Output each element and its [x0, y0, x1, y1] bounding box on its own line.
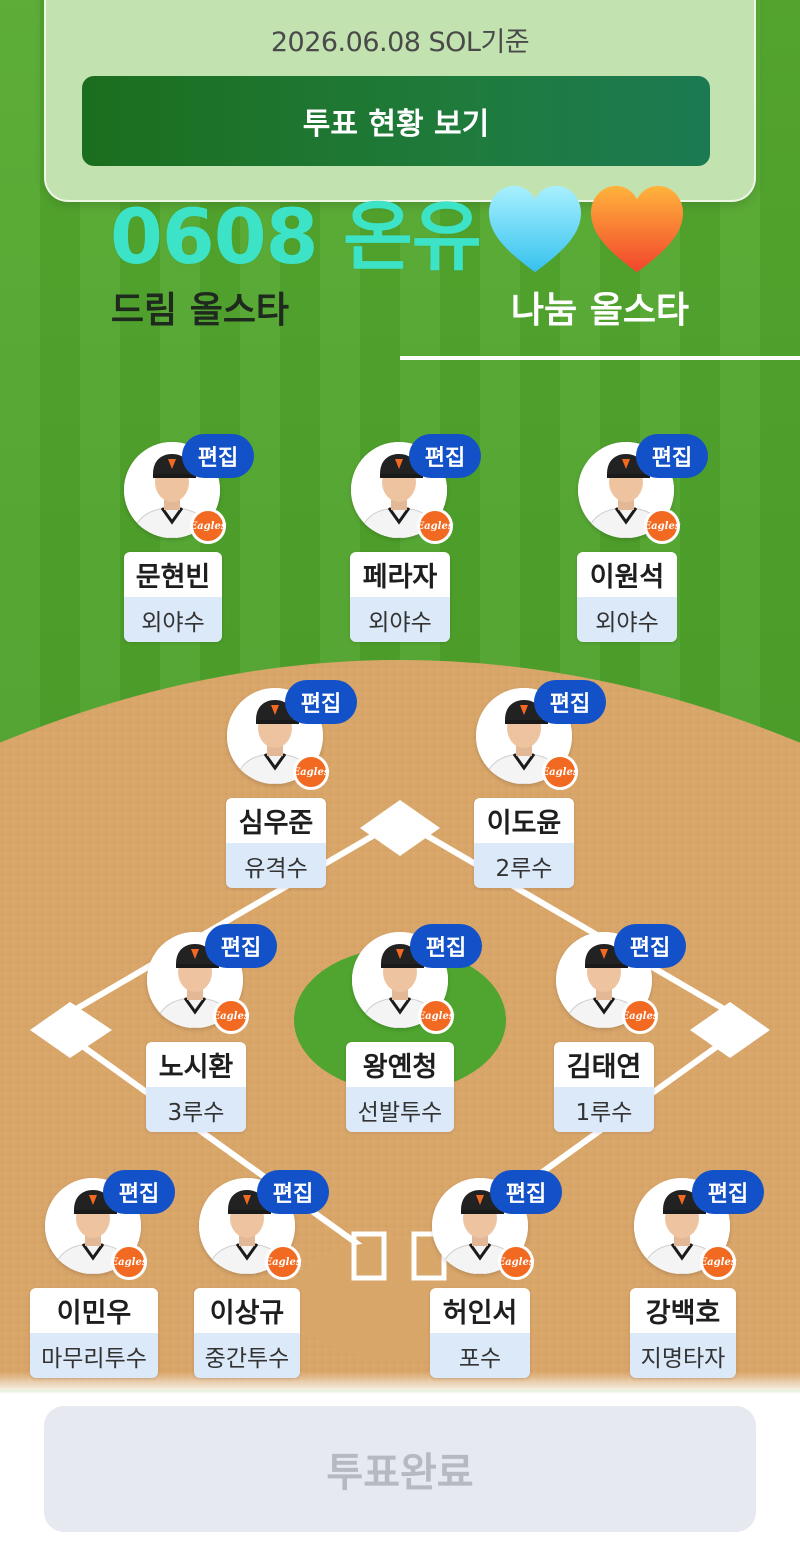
player-name: 왕옌청 — [346, 1042, 454, 1087]
edit-button[interactable]: 편집 — [285, 680, 357, 724]
player-name: 김태연 — [554, 1042, 654, 1087]
info-card: 2026.06.08 SOL기준 투표 현황 보기 — [44, 0, 756, 202]
team-logo-badge: Eagles — [418, 998, 454, 1034]
team-logo-badge: Eagles — [622, 998, 658, 1034]
edit-button[interactable]: 편집 — [205, 924, 277, 968]
player-name: 페라자 — [350, 552, 450, 597]
edit-button[interactable]: 편집 — [410, 924, 482, 968]
player-position: 선발투수 — [346, 1087, 454, 1132]
player-name-box: 허인서 포수 — [430, 1288, 530, 1378]
edit-button[interactable]: 편집 — [534, 680, 606, 724]
player-name-box: 노시환 3루수 — [146, 1042, 246, 1132]
player-name-box: 강백호 지명타자 — [630, 1288, 736, 1378]
team-logo-badge: Eagles — [417, 508, 453, 544]
edit-button[interactable]: 편집 — [636, 434, 708, 478]
edit-button[interactable]: 편집 — [692, 1170, 764, 1214]
player-name-box: 이민우 마무리투수 — [30, 1288, 158, 1378]
edit-button[interactable]: 편집 — [103, 1170, 175, 1214]
player-position: 외야수 — [124, 597, 222, 642]
team-logo-badge: Eagles — [111, 1244, 147, 1280]
overlay-caption-text: 0608 온유 — [110, 192, 482, 281]
light-blue-heart-icon — [487, 184, 583, 276]
reference-date: 2026.06.08 SOL기준 — [270, 27, 530, 58]
tab-share-allstar[interactable]: 나눔 올스타 — [500, 282, 700, 332]
team-logo-badge: Eagles — [498, 1244, 534, 1280]
player-position: 중간투수 — [194, 1333, 300, 1378]
player-name-box: 페라자 외야수 — [350, 552, 450, 642]
player-position: 1루수 — [554, 1087, 654, 1132]
edit-button[interactable]: 편집 — [409, 434, 481, 478]
player-name: 심우준 — [226, 798, 326, 843]
player-name: 이민우 — [30, 1288, 158, 1333]
edit-button[interactable]: 편집 — [257, 1170, 329, 1214]
player-name-box: 이도윤 2루수 — [474, 798, 574, 888]
player-position: 외야수 — [577, 597, 677, 642]
player-position: 3루수 — [146, 1087, 246, 1132]
team-logo-badge: Eagles — [644, 508, 680, 544]
team-logo-badge: Eagles — [542, 754, 578, 790]
vote-complete-button[interactable]: 투표완료 — [44, 1406, 756, 1532]
player-name-box: 이원석 외야수 — [577, 552, 677, 642]
team-logo-badge: Eagles — [293, 754, 329, 790]
player-position: 마무리투수 — [30, 1333, 158, 1378]
player-position: 포수 — [430, 1333, 530, 1378]
player-position: 유격수 — [226, 843, 326, 888]
edit-button[interactable]: 편집 — [614, 924, 686, 968]
player-position: 2루수 — [474, 843, 574, 888]
player-position: 외야수 — [350, 597, 450, 642]
player-name: 이원석 — [577, 552, 677, 597]
view-vote-status-button[interactable]: 투표 현황 보기 — [82, 76, 710, 166]
player-name-box: 왕옌청 선발투수 — [346, 1042, 454, 1132]
orange-heart-icon — [589, 184, 685, 276]
player-name-box: 문현빈 외야수 — [124, 552, 222, 642]
tab-dream-allstar[interactable]: 드림 올스타 — [100, 282, 300, 332]
overlay-caption: 0608 온유 — [110, 182, 685, 281]
team-logo-badge: Eagles — [190, 508, 226, 544]
team-logo-badge: Eagles — [700, 1244, 736, 1280]
edit-button[interactable]: 편집 — [182, 434, 254, 478]
player-name: 이도윤 — [474, 798, 574, 843]
player-name: 허인서 — [430, 1288, 530, 1333]
player-name: 강백호 — [630, 1288, 736, 1333]
team-logo-badge: Eagles — [265, 1244, 301, 1280]
team-logo-badge: Eagles — [213, 998, 249, 1034]
player-name: 문현빈 — [124, 552, 222, 597]
player-name-box: 이상규 중간투수 — [194, 1288, 300, 1378]
active-tab-indicator — [400, 356, 800, 360]
player-name: 이상규 — [194, 1288, 300, 1333]
edit-button[interactable]: 편집 — [490, 1170, 562, 1214]
player-name-box: 김태연 1루수 — [554, 1042, 654, 1132]
player-position: 지명타자 — [630, 1333, 736, 1378]
player-name-box: 심우준 유격수 — [226, 798, 326, 888]
player-name: 노시환 — [146, 1042, 246, 1087]
